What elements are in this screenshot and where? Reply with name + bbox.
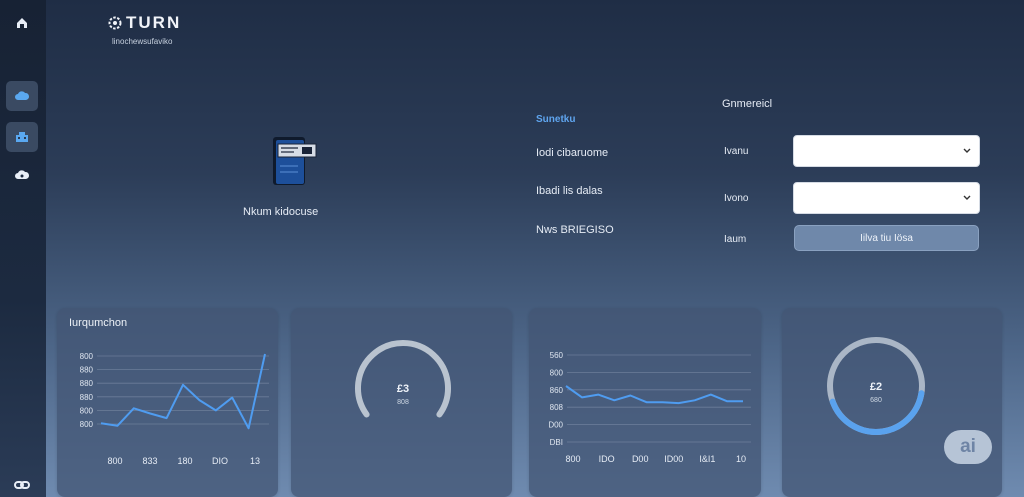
x-tick-label: 833	[142, 456, 157, 466]
line-chart-card-1: Iurqumchon 800 880 880 880 800 800 800 833 180 DI…	[57, 308, 278, 497]
sidebar	[0, 0, 46, 497]
field-label-3: Iaum	[724, 234, 747, 245]
chevron-down-icon	[963, 148, 971, 153]
gauge-sub-label: 808	[397, 399, 409, 406]
gear-logo-icon	[108, 16, 122, 30]
document-label: Nkum kidocuse	[243, 206, 319, 218]
x-tick-label: 180	[177, 456, 192, 466]
y-tick-label: 800	[80, 352, 94, 361]
cloud-upload-icon	[15, 170, 30, 179]
field-label-1: Ivanu	[724, 146, 749, 157]
cloud-button[interactable]	[6, 81, 38, 111]
x-tick-label: I&I1	[699, 454, 715, 464]
series-line	[100, 353, 266, 430]
gauge-2: £2 680	[827, 337, 925, 435]
x-tick-label: 800	[565, 454, 580, 464]
y-tick-label: 560	[550, 351, 564, 360]
y-tick-label: 860	[550, 386, 564, 395]
gauge-card-2: £2 680	[782, 308, 1002, 497]
brand: TURN linochewsufaviko	[108, 13, 181, 46]
gauge-card-1: £3 808	[291, 308, 512, 497]
building-button[interactable]	[6, 122, 38, 152]
chevron-down-icon	[963, 195, 971, 200]
brand-title: TURN	[126, 13, 182, 32]
link-icon	[14, 481, 30, 489]
gauge-sub-label: 680	[870, 397, 882, 404]
x-tick-label: 10	[736, 454, 746, 464]
field-label-2: Ivono	[724, 193, 749, 204]
form-label-2: Ibadi lis dalas	[536, 185, 603, 197]
y-tick-label: D00	[548, 421, 563, 430]
home-button[interactable]	[6, 8, 38, 38]
series-line	[565, 385, 743, 405]
gauge-value-label: £3	[397, 383, 409, 395]
gauge-1: £3 808	[355, 340, 451, 418]
brand-subtitle: linochewsufaviko	[112, 37, 173, 46]
y-tick-label: 800	[550, 368, 564, 377]
building-icon	[16, 132, 28, 142]
form-label-3: Nws BRIEGISO	[536, 224, 614, 236]
y-tick-label: 800	[80, 406, 94, 415]
document-stack-icon	[273, 137, 317, 185]
form-label-1: Iodi cibaruome	[536, 147, 609, 159]
x-tick-label: DIO	[212, 456, 228, 466]
y-tick-label: 800	[80, 420, 94, 429]
x-tick-label: ID00	[664, 454, 683, 464]
y-tick-label: 880	[80, 393, 94, 402]
x-tick-label: 13	[250, 456, 260, 466]
line-chart-card-2: 560 800 860 808 D00 DBI 800 IDO D00 ID00 I&I1 10	[529, 308, 761, 497]
line-chart-1: 800 880 880 880 800 800 800 833 180 DIO 13	[80, 352, 269, 466]
gauge-value-label: £2	[870, 381, 882, 393]
dropdown-1[interactable]	[793, 135, 980, 167]
dropdown-2[interactable]	[793, 182, 980, 214]
action-button[interactable]: Iilva tiu Iösa	[794, 225, 979, 251]
cloud-icon	[15, 91, 30, 100]
right-panel-header: Gnmereicl	[722, 98, 773, 110]
home-icon	[17, 18, 27, 28]
y-tick-label: 808	[550, 403, 564, 412]
y-tick-label: DBI	[550, 438, 563, 447]
x-tick-label: D00	[632, 454, 649, 464]
link-button[interactable]	[6, 470, 38, 497]
section-title: Sunetku	[536, 114, 576, 125]
x-tick-label: 800	[107, 456, 122, 466]
x-tick-label: IDO	[599, 454, 615, 464]
line-chart-2: 560800860808D00DBI800 IDO D00 ID00 I&I1 10	[548, 351, 751, 464]
cloud-upload-button[interactable]	[6, 160, 38, 190]
y-tick-label: 880	[80, 379, 94, 388]
ai-assistant-button[interactable]: ai	[944, 430, 992, 464]
y-tick-label: 880	[80, 366, 94, 375]
